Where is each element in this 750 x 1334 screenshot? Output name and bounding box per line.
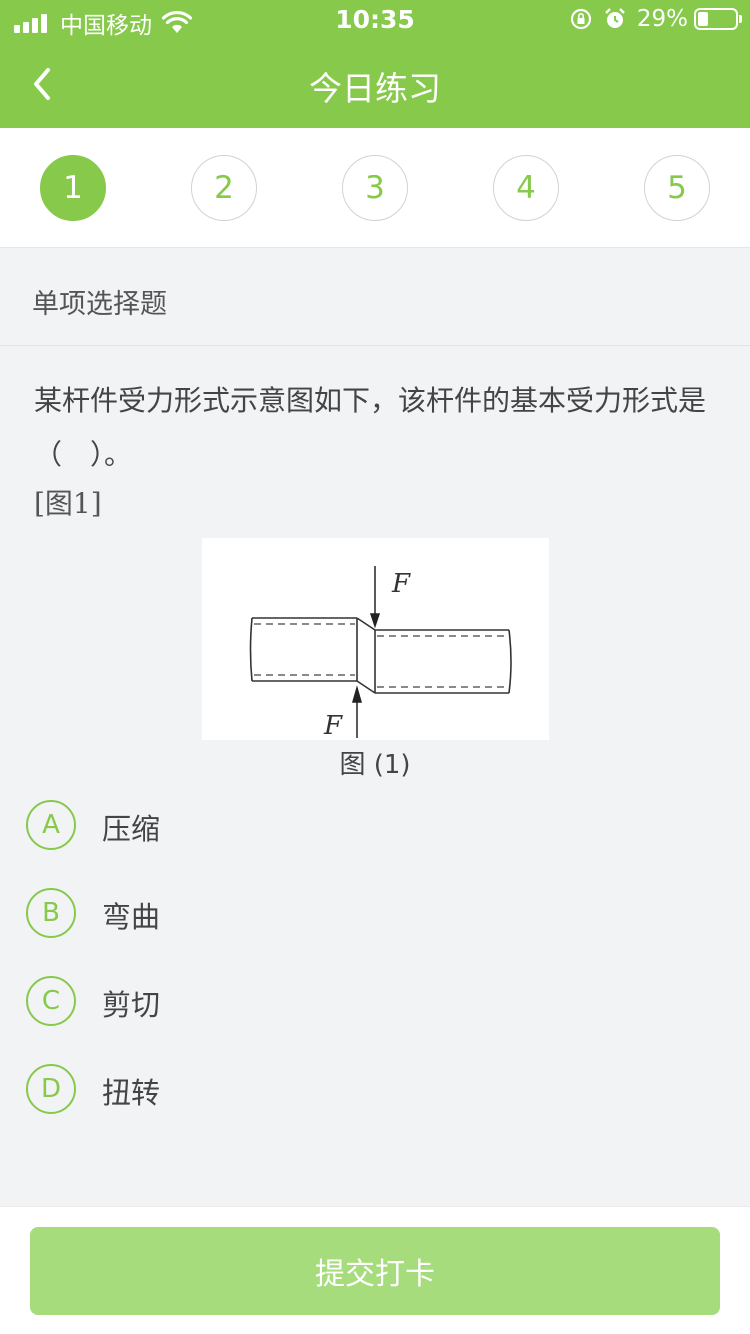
rod-shear-diagram: F F (249, 566, 512, 741)
option-b[interactable]: B 弯曲 (26, 888, 526, 938)
option-d[interactable]: D 扭转 (26, 1064, 526, 1114)
top-header: 中国移动 10:35 29% 今日练习 (0, 0, 750, 128)
alarm-icon (605, 8, 625, 28)
option-c[interactable]: C 剪切 (26, 976, 526, 1026)
option-text: 扭转 (102, 1076, 161, 1110)
force-label-top: F (391, 569, 411, 599)
question-number-4[interactable]: 4 (493, 155, 559, 221)
orientation-lock-icon (570, 8, 591, 30)
figure-caption: 图 (1) (339, 750, 411, 780)
option-letter: B (26, 888, 76, 938)
question-number-1[interactable]: 1 (40, 155, 106, 221)
question-number-5[interactable]: 5 (644, 155, 710, 221)
option-a[interactable]: A 压缩 (26, 800, 526, 850)
nav-bar: 今日练习 (0, 40, 750, 128)
battery-percent: 29% (636, 6, 688, 32)
status-bar: 中国移动 10:35 29% (0, 0, 750, 40)
question-type-header: 单项选择题 (0, 248, 750, 346)
question-text: 某杆件受力形式示意图如下，该杆件的基本受力形式是（ ）。 (34, 384, 707, 471)
page-title: 今日练习 (309, 69, 441, 108)
submit-checkin-button[interactable]: 提交打卡 (30, 1227, 720, 1315)
figure-reference: [图1] (34, 487, 102, 520)
question-number-2[interactable]: 2 (191, 155, 257, 221)
force-label-bottom: F (323, 711, 343, 740)
option-text: 剪切 (102, 988, 161, 1022)
option-letter: D (26, 1064, 76, 1114)
question-figure: F F (202, 538, 549, 741)
option-text: 压缩 (102, 812, 161, 846)
option-letter: C (26, 976, 76, 1026)
battery-icon (694, 8, 742, 30)
bottom-bar: 提交打卡 (0, 1206, 750, 1334)
question-number-strip: 1 2 3 4 5 (0, 128, 750, 248)
option-letter: A (26, 800, 76, 850)
question-type-label: 单项选择题 (32, 289, 167, 320)
question-number-3[interactable]: 3 (342, 155, 408, 221)
option-text: 弯曲 (102, 900, 161, 934)
